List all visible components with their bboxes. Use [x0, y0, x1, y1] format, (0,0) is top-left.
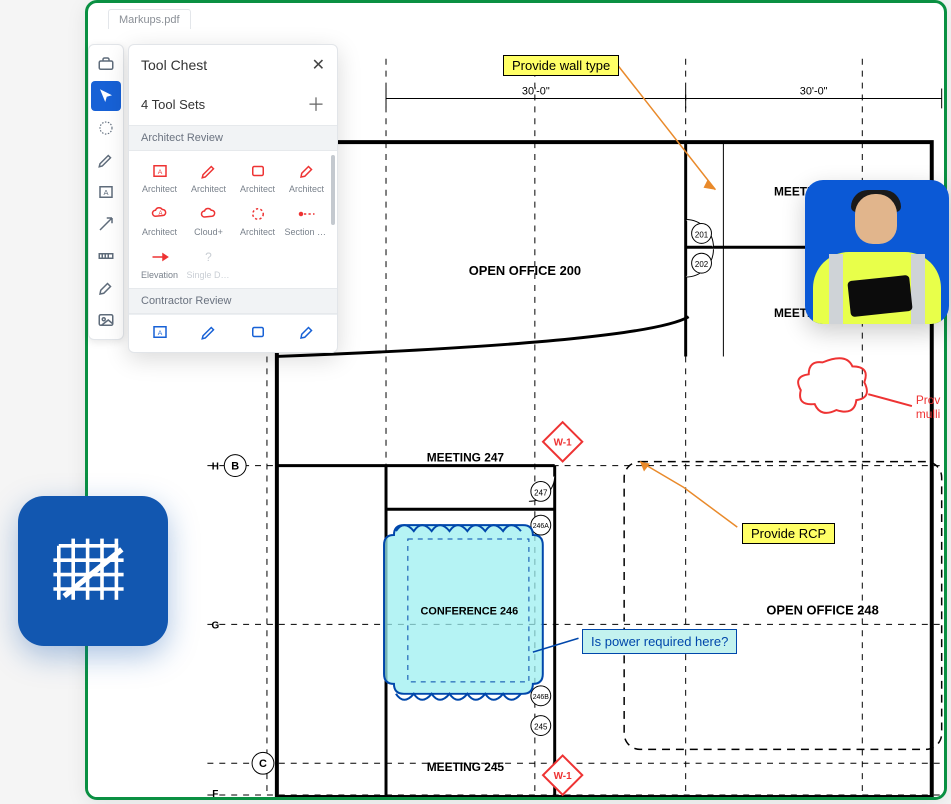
- footer-rect-icon[interactable]: [246, 323, 270, 344]
- callout-mullion: Prov: [916, 393, 941, 407]
- svg-text:A: A: [158, 211, 162, 217]
- document-tab[interactable]: Markups.pdf: [108, 9, 191, 30]
- svg-text:202: 202: [695, 260, 708, 269]
- tool-chest-panel: Tool Chest ✕ 4 Tool Sets ＋ Architect Rev…: [128, 44, 338, 353]
- svg-text:F: F: [212, 789, 218, 797]
- panel-scrollbar[interactable]: [331, 155, 335, 225]
- tool-architect-hl[interactable]: Architect: [282, 159, 331, 196]
- svg-text:MEETING 245: MEETING 245: [427, 760, 505, 774]
- tool-cloud-plus[interactable]: Cloud+: [184, 202, 233, 239]
- svg-text:G: G: [211, 620, 219, 631]
- svg-text:OPEN OFFICE 200: OPEN OFFICE 200: [469, 263, 581, 278]
- toolbox-icon[interactable]: [91, 49, 121, 79]
- pen-icon[interactable]: [91, 145, 121, 175]
- callout-power[interactable]: Is power required here?: [582, 629, 737, 654]
- arrow-icon[interactable]: [91, 209, 121, 239]
- lasso-icon[interactable]: [91, 113, 121, 143]
- tool-sets-label: 4 Tool Sets: [141, 97, 205, 112]
- svg-text:C: C: [259, 758, 267, 770]
- svg-text:246B: 246B: [533, 694, 550, 701]
- svg-text:30'-0": 30'-0": [522, 85, 550, 97]
- svg-text:A: A: [157, 330, 162, 337]
- svg-text:MEETING 247: MEETING 247: [427, 451, 505, 465]
- tool-chest-title: Tool Chest: [141, 57, 207, 73]
- svg-text:OPEN OFFICE 248: OPEN OFFICE 248: [766, 602, 878, 617]
- svg-text:247: 247: [534, 488, 547, 497]
- tool-section-detail[interactable]: Section D...: [282, 202, 331, 239]
- section-contractor[interactable]: Contractor Review: [129, 288, 337, 314]
- svg-text:H: H: [212, 462, 219, 473]
- tool-architect-textcloud[interactable]: A Architect: [135, 202, 184, 239]
- callout-wall-type[interactable]: Provide wall type: [503, 55, 619, 76]
- tool-elevation[interactable]: Elevation: [135, 245, 184, 282]
- highlighter-icon[interactable]: [91, 273, 121, 303]
- svg-text:245: 245: [534, 723, 548, 732]
- panel-footer: A: [129, 314, 337, 352]
- callout-mullion-2: mulli: [916, 407, 940, 421]
- vertical-toolbar: A: [88, 44, 124, 340]
- tool-architect-circle[interactable]: Architect: [233, 202, 282, 239]
- svg-text:246A: 246A: [533, 523, 550, 530]
- svg-text:A: A: [157, 169, 162, 176]
- footer-hl-icon[interactable]: [295, 323, 319, 344]
- svg-text:W-1: W-1: [554, 771, 572, 782]
- section-architect[interactable]: Architect Review: [129, 125, 337, 151]
- text-box-icon[interactable]: A: [91, 177, 121, 207]
- tool-architect-pen[interactable]: Architect: [184, 159, 233, 196]
- svg-text:B: B: [231, 461, 239, 473]
- svg-text:30'-0": 30'-0": [800, 85, 828, 97]
- avatar: [805, 180, 949, 324]
- svg-text:CONFERENCE 246: CONFERENCE 246: [421, 605, 519, 617]
- footer-textbox-icon[interactable]: A: [148, 323, 172, 344]
- cursor-icon[interactable]: [91, 81, 121, 111]
- close-icon[interactable]: ✕: [312, 55, 325, 75]
- add-icon[interactable]: ＋: [307, 91, 325, 117]
- svg-text:201: 201: [695, 230, 709, 239]
- document-tab-label: Markups.pdf: [119, 14, 180, 26]
- tool-single-door[interactable]: ? Single Do...: [184, 245, 233, 282]
- tool-architect-rect[interactable]: Architect: [233, 159, 282, 196]
- app-badge: [18, 496, 168, 646]
- svg-text:W-1: W-1: [554, 438, 572, 449]
- tool-grid: A Architect Architect Architect Architec…: [129, 151, 337, 288]
- grid-icon: [48, 526, 138, 616]
- image-icon[interactable]: [91, 305, 121, 335]
- tool-architect-textbox[interactable]: A Architect: [135, 159, 184, 196]
- footer-pen-icon[interactable]: [197, 323, 221, 344]
- ruler-icon[interactable]: [91, 241, 121, 271]
- svg-text:A: A: [103, 188, 108, 197]
- callout-rcp[interactable]: Provide RCP: [742, 523, 835, 544]
